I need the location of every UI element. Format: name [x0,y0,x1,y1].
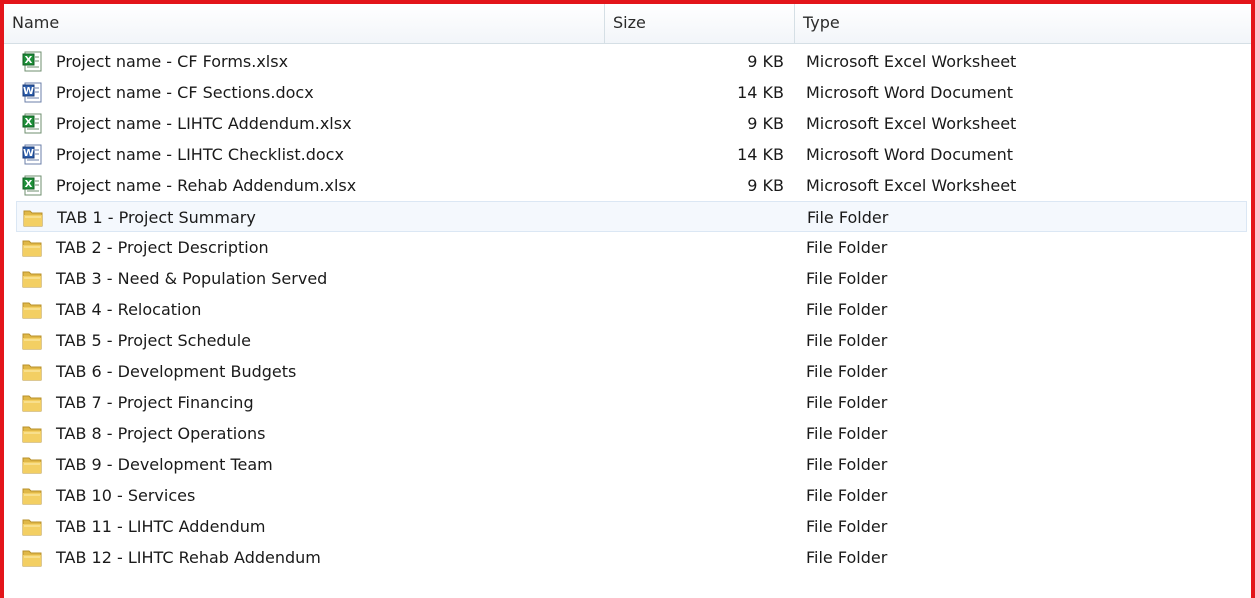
list-item[interactable]: TAB 12 - LIHTC Rehab Addendum File Folder [16,542,1247,573]
file-type: File Folder [807,208,889,227]
file-size [577,202,785,233]
file-name[interactable]: TAB 10 - Services [56,480,195,511]
file-size [576,542,784,573]
file-size [576,418,784,449]
file-size [576,387,784,418]
file-size: 9 KB [747,176,784,195]
list-item[interactable]: W Project name - LIHTC Checklist.docx 14 K… [16,139,1247,170]
file-type: File Folder [806,424,888,443]
file-name[interactable]: TAB 1 - Project Summary [57,202,256,233]
file-name[interactable]: Project name - CF Forms.xlsx [56,46,288,77]
file-size: 14 KB [737,145,784,164]
column-header-type[interactable]: Type [794,4,1251,43]
file-name[interactable]: TAB 9 - Development Team [56,449,273,480]
file-name[interactable]: TAB 8 - Project Operations [56,418,265,449]
file-size [576,232,784,263]
file-type: File Folder [806,517,888,536]
file-name[interactable]: Project name - LIHTC Checklist.docx [56,139,344,170]
svg-text:X: X [25,55,33,66]
list-item[interactable]: TAB 1 - Project Summary File Folder [16,201,1247,232]
file-name[interactable]: TAB 7 - Project Financing [56,387,254,418]
file-name[interactable]: TAB 12 - LIHTC Rehab Addendum [56,542,321,573]
svg-text:X: X [25,179,33,190]
file-name[interactable]: TAB 3 - Need & Population Served [56,263,327,294]
list-item[interactable]: TAB 9 - Development Team File Folder [16,449,1247,480]
svg-text:X: X [25,117,33,128]
file-name[interactable]: Project name - LIHTC Addendum.xlsx [56,108,352,139]
list-item[interactable]: X Project name - LIHTC Addendum.xlsx 9 KB M… [16,108,1247,139]
file-name[interactable]: TAB 2 - Project Description [56,232,269,263]
list-item[interactable]: TAB 4 - Relocation File Folder [16,294,1247,325]
file-type: Microsoft Excel Worksheet [806,176,1017,195]
file-type: File Folder [806,238,888,257]
svg-text:W: W [23,148,34,159]
column-header-size[interactable]: Size [604,4,794,43]
file-name[interactable]: TAB 11 - LIHTC Addendum [56,511,265,542]
file-size [576,449,784,480]
file-size: 14 KB [737,83,784,102]
column-header-name[interactable]: Name [4,4,604,43]
list-item[interactable]: TAB 3 - Need & Population Served File Fol… [16,263,1247,294]
list-item[interactable]: X Project name - Rehab Addendum.xlsx 9 KB M… [16,170,1247,201]
list-item[interactable]: TAB 2 - Project Description File Folder [16,232,1247,263]
list-item[interactable]: TAB 6 - Development Budgets File Folder [16,356,1247,387]
file-name[interactable]: Project name - Rehab Addendum.xlsx [56,170,356,201]
file-list-window: Name Size Type X Project name - CF Forms.… [0,0,1255,598]
file-type: Microsoft Word Document [806,145,1013,164]
column-header-bar: Name Size Type [4,4,1251,44]
file-type: File Folder [806,548,888,567]
file-size [576,480,784,511]
svg-text:W: W [23,86,34,97]
file-type: Microsoft Excel Worksheet [806,52,1017,71]
file-name[interactable]: Project name - CF Sections.docx [56,77,314,108]
list-item[interactable]: X Project name - CF Forms.xlsx 9 KB Microso… [16,46,1247,77]
file-name[interactable]: TAB 4 - Relocation [56,294,201,325]
file-type: Microsoft Excel Worksheet [806,114,1017,133]
file-type: File Folder [806,331,888,350]
list-item[interactable]: W Project name - CF Sections.docx 14 KB Mic… [16,77,1247,108]
file-type: File Folder [806,455,888,474]
file-size: 9 KB [747,114,784,133]
file-name[interactable]: TAB 5 - Project Schedule [56,325,251,356]
list-item[interactable]: TAB 8 - Project Operations File Folder [16,418,1247,449]
file-type: File Folder [806,393,888,412]
file-type: File Folder [806,362,888,381]
file-size [576,325,784,356]
file-name[interactable]: TAB 6 - Development Budgets [56,356,296,387]
file-size [576,511,784,542]
file-size: 9 KB [747,52,784,71]
file-size [576,356,784,387]
file-type: File Folder [806,300,888,319]
list-item[interactable]: TAB 5 - Project Schedule File Folder [16,325,1247,356]
list-item[interactable]: TAB 7 - Project Financing File Folder [16,387,1247,418]
file-size [576,263,784,294]
file-type: Microsoft Word Document [806,83,1013,102]
list-item[interactable]: TAB 11 - LIHTC Addendum File Folder [16,511,1247,542]
file-type: File Folder [806,486,888,505]
file-size [576,294,784,325]
file-type: File Folder [806,269,888,288]
list-item[interactable]: TAB 10 - Services File Folder [16,480,1247,511]
